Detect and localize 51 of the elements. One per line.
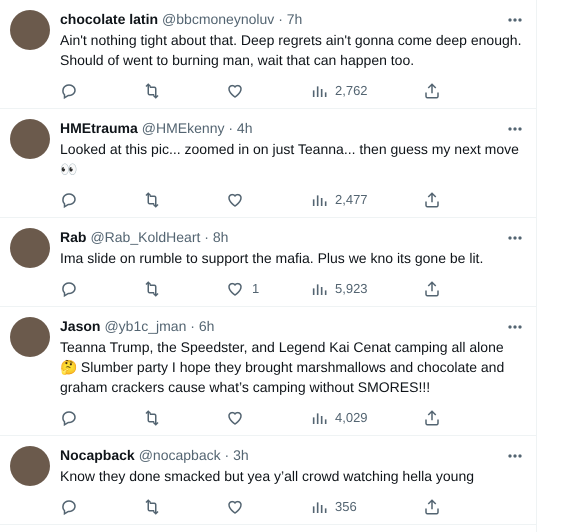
tweet-text: Know they done smacked but yea y’all crowd watching hella young [60, 467, 476, 486]
avatar[interactable] [10, 446, 50, 486]
more-icon[interactable] [508, 126, 522, 130]
view-count: 4,029 [335, 410, 368, 426]
user-handle-time: @nocapback · 3h [138, 446, 249, 465]
retweet-icon[interactable] [143, 191, 161, 209]
avatar[interactable] [10, 10, 50, 50]
like-count: 1 [252, 281, 260, 297]
reply-icon[interactable] [60, 280, 78, 298]
heart-icon[interactable] [226, 498, 244, 516]
more-icon[interactable] [508, 236, 522, 240]
user-name[interactable]: Rab [60, 228, 86, 247]
share-icon[interactable] [423, 498, 441, 516]
tweet-text: Ain't nothing tight about that. Deep regrets ain't gonna come deep enough. Should of went to burning man, wait that can happen too. [60, 31, 522, 70]
view-count: 2,477 [335, 192, 368, 208]
user-name[interactable]: Jason [60, 317, 100, 336]
user-handle-time: @bbcmoneynoluv · 7h [162, 10, 302, 29]
user-name[interactable]: HMEtrauma [60, 119, 138, 138]
avatar[interactable] [10, 119, 50, 159]
share-icon[interactable] [423, 409, 441, 427]
retweet-icon[interactable] [143, 409, 161, 427]
view-count: 2,762 [335, 83, 368, 99]
more-icon[interactable] [508, 454, 522, 458]
user-handle-time: @HMEkenny · 4h [142, 119, 252, 138]
tweet-text: Looked at this pic... zoomed in on just Teanna... then guess my next move 👀 [60, 140, 520, 179]
share-icon[interactable] [423, 191, 441, 209]
user-handle-time: @Rab_KoldHeart · 8h [90, 228, 228, 247]
reply-icon[interactable] [60, 82, 78, 100]
heart-icon[interactable] [226, 191, 244, 209]
tweet-text: Ima slide on rumble to support the mafia. Plus we kno its gone be lit. [60, 249, 484, 268]
user-name[interactable]: chocolate latin [60, 10, 158, 29]
reply-icon[interactable] [60, 409, 78, 427]
user-handle-time: @yb1c_jman · 6h [104, 317, 214, 336]
retweet-icon[interactable] [143, 498, 161, 516]
heart-icon[interactable] [226, 82, 244, 100]
retweet-icon[interactable] [143, 280, 161, 298]
avatar[interactable] [10, 228, 50, 268]
retweet-icon[interactable] [143, 82, 161, 100]
avatar[interactable] [10, 317, 50, 357]
reply-icon[interactable] [60, 498, 78, 516]
heart-icon[interactable] [226, 409, 244, 427]
more-icon[interactable] [508, 324, 522, 328]
share-icon[interactable] [423, 82, 441, 100]
heart-icon[interactable] [226, 280, 244, 298]
view-count: 356 [335, 499, 357, 515]
more-icon[interactable] [508, 18, 522, 22]
tweet-text: Teanna Trump, the Speedster, and Legend Kai Cenat camping all alone 🤔 Slumber party I hope they brought marshmallows and chocolate and graham crackers cause what’s camping without SMORES!!! [60, 338, 506, 397]
view-count: 5,923 [335, 281, 368, 297]
user-name[interactable]: Nocapback [60, 446, 135, 465]
share-icon[interactable] [423, 280, 441, 298]
reply-icon[interactable] [60, 191, 78, 209]
